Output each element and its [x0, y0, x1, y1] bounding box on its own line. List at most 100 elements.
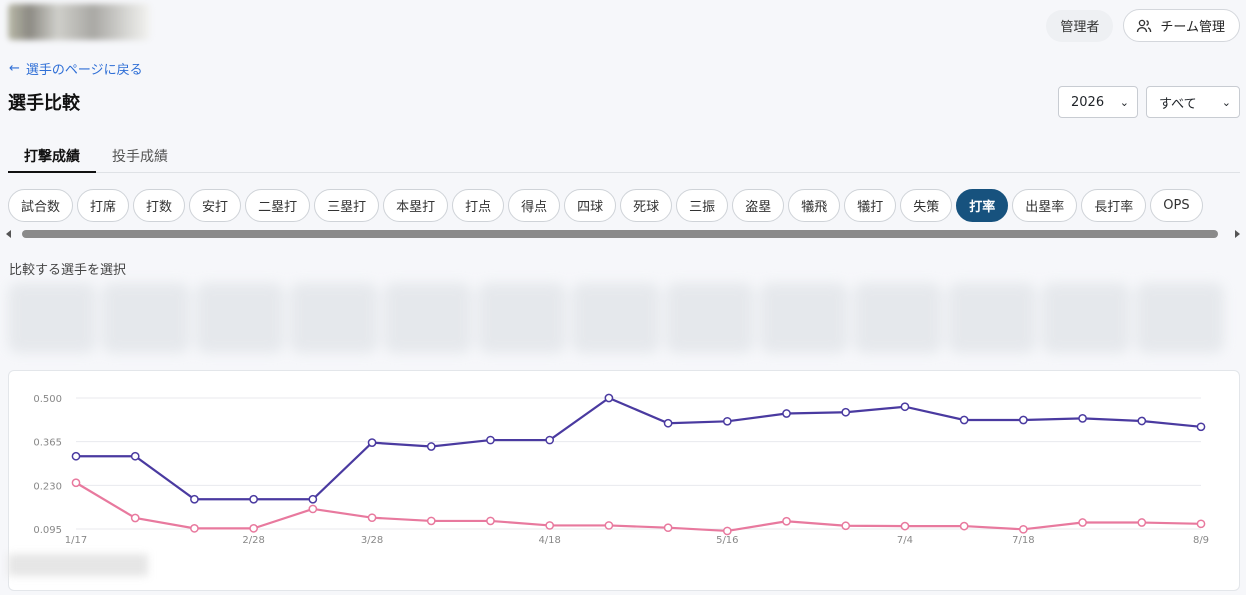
y-tick-label: 0.500	[33, 394, 62, 405]
team-manage-button[interactable]: チーム管理	[1123, 9, 1240, 42]
year-select[interactable]: 2026 ⌄	[1058, 86, 1138, 118]
series-2-point	[190, 524, 199, 533]
series-2-point	[959, 521, 969, 531]
role-badge: 管理者	[1046, 9, 1114, 42]
y-tick-label: 0.365	[33, 438, 62, 449]
comparison-chart-card: 0.500 0.365 0.230 0.095 1/17 2/28 3/28 4/18 5/16…	[8, 370, 1240, 591]
player-card[interactable]	[760, 283, 848, 353]
page-title: 選手比較	[8, 93, 80, 114]
player-card[interactable]	[290, 283, 378, 353]
stat-chip[interactable]: 得点	[508, 189, 561, 222]
users-icon	[1137, 19, 1152, 32]
stat-chip[interactable]: 長打率	[1081, 189, 1147, 222]
chip-scrollbar[interactable]	[6, 229, 1240, 239]
player-card[interactable]	[102, 283, 190, 353]
series-2-point	[841, 521, 851, 531]
stat-chip[interactable]: 試合数	[8, 189, 74, 222]
back-to-player-link[interactable]: ← 選手のページに戻る	[9, 59, 143, 78]
x-tick-label: 7/4	[897, 535, 913, 546]
series-1-point	[190, 494, 199, 504]
y-tick-label: 0.095	[33, 525, 62, 536]
scope-select[interactable]: すべて ⌄	[1146, 86, 1240, 118]
stat-chip[interactable]: 打数	[133, 189, 186, 222]
stat-chip[interactable]: 失策	[900, 189, 953, 222]
stat-chip[interactable]: 三塁打	[314, 189, 380, 222]
header-actions: 管理者 チーム管理	[1046, 9, 1240, 42]
stat-chip[interactable]: 盗塁	[732, 189, 785, 222]
scroll-right-icon[interactable]	[1235, 230, 1240, 238]
line-chart: 0.500 0.365 0.230 0.0951/17 2/28 3/28 4/18 5/16…	[33, 393, 1209, 546]
scope-select-value: すべて	[1159, 96, 1197, 112]
series-1-point	[841, 407, 851, 417]
player-card[interactable]	[572, 283, 660, 353]
filter-selects: 2026 ⌄ すべて ⌄	[1058, 86, 1240, 118]
chevron-down-icon: ⌄	[1221, 95, 1231, 109]
player-card[interactable]	[478, 283, 566, 353]
scrollbar-thumb[interactable]	[22, 230, 1218, 238]
series-2-point	[367, 513, 377, 523]
series-2-point	[900, 521, 910, 531]
series-1-point	[1078, 414, 1087, 423]
x-tick-label: 5/16	[716, 535, 738, 546]
stat-chip[interactable]: OPS	[1150, 189, 1203, 222]
series-2-point	[1196, 519, 1206, 529]
series-1-point	[722, 416, 732, 426]
player-card[interactable]	[948, 283, 1036, 353]
series-2-point	[1019, 524, 1028, 534]
series-1-point	[1196, 422, 1206, 432]
tab-batting[interactable]: 打撃成績	[8, 140, 96, 173]
x-tick-label: 1/17	[65, 535, 87, 546]
scroll-left-icon[interactable]	[6, 230, 11, 238]
series-2-point	[249, 524, 258, 533]
stat-chip[interactable]: 二塁打	[245, 189, 311, 222]
x-tick-label: 2/28	[242, 535, 264, 546]
series-2-point	[663, 523, 673, 533]
stat-chip[interactable]: 打席	[77, 189, 130, 222]
footer-blurred	[8, 554, 148, 576]
player-select-label: 比較する選手を選択	[9, 263, 127, 278]
stat-chip-bar: 試合数 打席 打数 安打 二塁打 三塁打 本塁打 打点 得点 四球 死球 三振 …	[8, 189, 1203, 222]
series-1-point	[130, 451, 140, 461]
series-1-point	[1137, 416, 1147, 426]
series-2-point	[1137, 518, 1147, 527]
series-2-point	[130, 513, 140, 523]
tab-pitching[interactable]: 投手成績	[96, 140, 184, 172]
series-2-point	[1078, 518, 1087, 527]
player-selector-blurred	[8, 283, 1240, 355]
series-1-point	[545, 435, 555, 445]
stat-chip[interactable]: 安打	[189, 189, 242, 222]
stat-chip[interactable]: 四球	[564, 189, 617, 222]
series-2-point	[308, 504, 318, 514]
stat-chip[interactable]: 本塁打	[383, 189, 449, 222]
y-tick-label: 0.230	[33, 481, 62, 492]
stat-chip-active[interactable]: 打率	[956, 189, 1009, 222]
player-card[interactable]	[854, 283, 942, 353]
series-1-point	[663, 418, 673, 428]
series-1-point	[308, 494, 318, 504]
stat-chip[interactable]: 犠飛	[788, 189, 841, 222]
stat-chip[interactable]: 死球	[620, 189, 673, 222]
player-card[interactable]	[384, 283, 472, 353]
player-card[interactable]	[196, 283, 284, 353]
stats-tabs: 打撃成績 投手成績	[8, 140, 1240, 173]
stat-chip[interactable]: 三振	[676, 189, 729, 222]
series-1-point	[900, 402, 910, 412]
series-1-point	[249, 494, 258, 504]
series-line-2	[75, 481, 1202, 533]
series-1-point	[486, 435, 495, 445]
player-card[interactable]	[1136, 283, 1224, 353]
stat-chip[interactable]: 打点	[452, 189, 505, 222]
series-1-point	[959, 415, 969, 425]
player-card[interactable]	[8, 283, 96, 353]
series-1-point	[782, 409, 791, 418]
x-tick-label: 3/28	[361, 535, 383, 546]
stat-chip[interactable]: 犠打	[844, 189, 897, 222]
series-2-point	[782, 516, 791, 526]
stat-chip[interactable]: 出塁率	[1012, 189, 1078, 222]
series-2-point	[426, 516, 436, 526]
series-2-point	[486, 516, 495, 526]
team-logo	[8, 4, 150, 40]
x-tick-label: 8/9	[1193, 535, 1209, 546]
player-card[interactable]	[1042, 283, 1130, 353]
player-card[interactable]	[666, 283, 754, 353]
